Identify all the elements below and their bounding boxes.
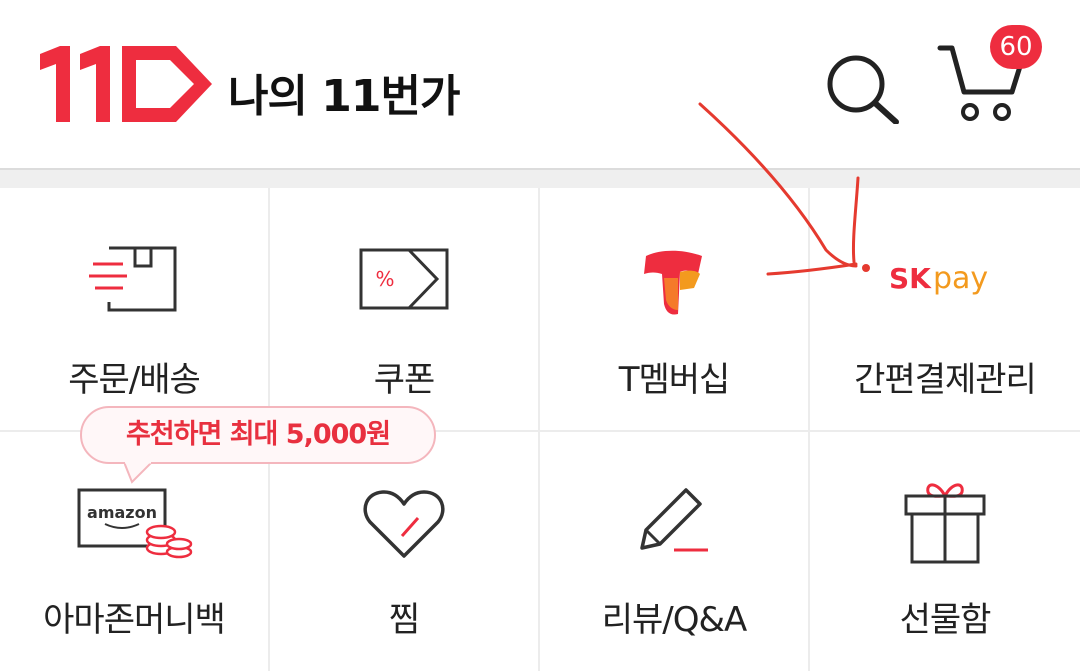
menu-item-label: 찜 [388, 600, 420, 640]
heart-icon [363, 490, 445, 558]
11st-logo-icon[interactable] [40, 46, 212, 122]
cart-count-badge: 60 [990, 25, 1042, 69]
referral-promo-bubble[interactable]: 추천하면 최대 5,000원 [80, 406, 436, 464]
menu-item-label: 선물함 [899, 600, 992, 640]
amazon-coins-icon: amazon [77, 488, 193, 559]
section-divider [0, 168, 1080, 188]
menu-item-review-qna[interactable]: 리뷰/Q&A [540, 188, 808, 671]
page-title: 나의 11번가 [228, 71, 460, 122]
menu-item-label: 아마존머니백 [43, 600, 226, 640]
app-header: 나의 11번가 60 [0, 0, 1080, 168]
search-icon[interactable] [824, 52, 900, 124]
promo-bubble-tail [124, 462, 152, 484]
amazon-logo-text: amazon [87, 503, 157, 522]
menu-item-label: 리뷰/Q&A [601, 600, 748, 640]
gift-icon [904, 483, 986, 564]
menu-item-gift-box[interactable]: 선물함 [810, 188, 1080, 671]
pencil-icon [640, 488, 708, 552]
